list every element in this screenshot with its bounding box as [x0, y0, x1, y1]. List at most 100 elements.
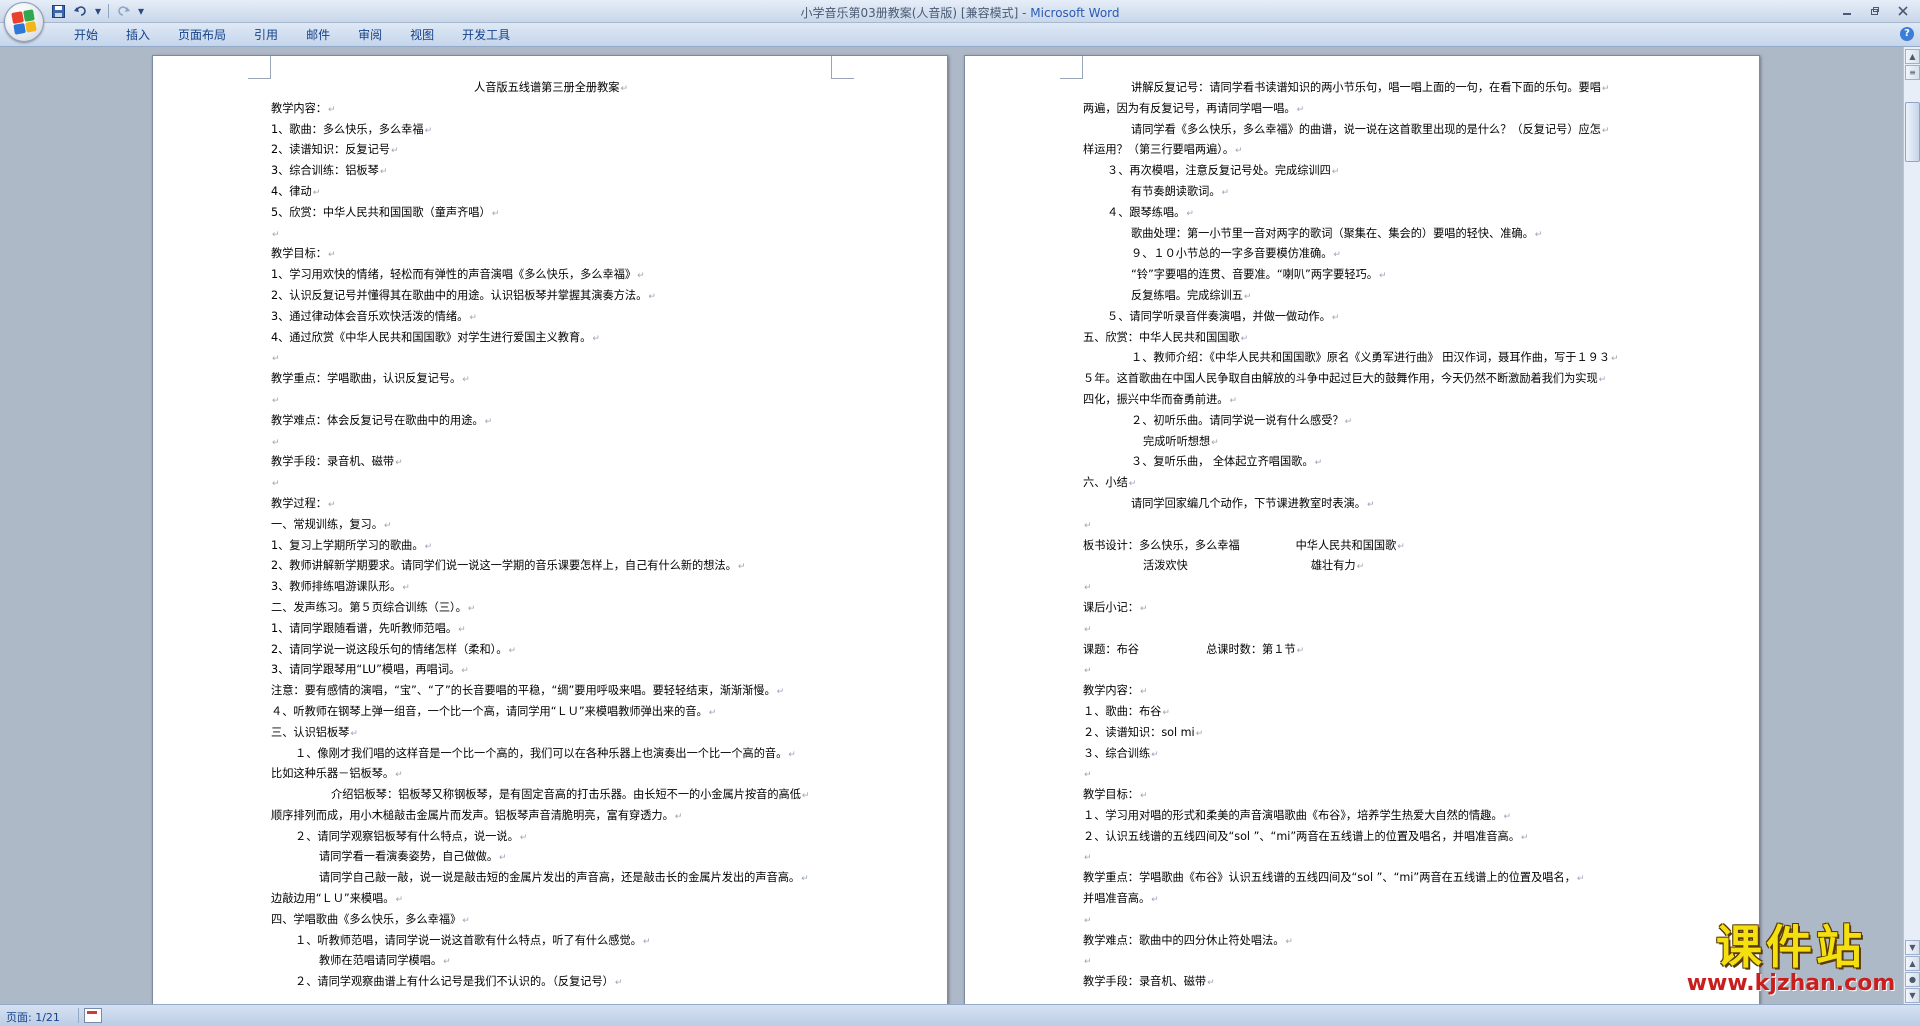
paragraph-line[interactable]: 1、复习上学期所学习的歌曲。↵: [271, 536, 831, 557]
restore-icon[interactable]: [1862, 2, 1888, 19]
paragraph-line[interactable]: 板书设计：多么快乐，多么幸福 中华人民共和国国歌↵: [1083, 536, 1643, 557]
paragraph-line[interactable]: ３、综合训练↵: [1083, 744, 1643, 765]
paragraph-line[interactable]: 3、通过律动体会音乐欢快活泼的情绪。↵: [271, 307, 831, 328]
paragraph-line[interactable]: １、学习用对唱的形式和柔美的声音演唱歌曲《布谷》，培养学生热爱大自然的情趣。↵: [1083, 806, 1643, 827]
paragraph-line[interactable]: 教学重点：学唱歌曲《布谷》认识五线谱的五线四间及“sol ”、“mi”两音在五线…: [1083, 868, 1643, 889]
paragraph-line[interactable]: ↵: [1083, 951, 1643, 972]
paragraph-line[interactable]: 1、学习用欢快的情绪，轻松而有弹性的声音演唱《多么快乐，多么幸福》↵: [271, 265, 831, 286]
paragraph-line[interactable]: 比如这种乐器－铝板琴。↵: [271, 764, 831, 785]
tab-5[interactable]: 审阅: [344, 27, 396, 43]
document-page-1[interactable]: 人音版五线谱第三册全册教案↵ 教学内容：↵ 1、歌曲：多么快乐，多么幸福↵ 2、读谱知…: [152, 55, 948, 1004]
paragraph-line[interactable]: 人音版五线谱第三册全册教案↵: [271, 78, 831, 99]
page-1-text[interactable]: 人音版五线谱第三册全册教案↵ 教学内容：↵ 1、歌曲：多么快乐，多么幸福↵ 2、读谱知…: [271, 78, 831, 993]
paragraph-line[interactable]: ↵: [1083, 764, 1643, 785]
paragraph-line[interactable]: ↵: [1083, 847, 1643, 868]
paragraph-line[interactable]: 教学手段：录音机、磁带↵: [271, 452, 831, 473]
paragraph-line[interactable]: 3、综合训练：铝板琴↵: [271, 161, 831, 182]
paragraph-line[interactable]: 教学内容：↵: [271, 99, 831, 120]
paragraph-line[interactable]: ↵: [1083, 660, 1643, 681]
paragraph-line[interactable]: 教师在范唱请同学模唱。↵: [271, 951, 831, 972]
paragraph-line[interactable]: ↵: [1083, 515, 1643, 536]
paragraph-line[interactable]: 教学难点：歌曲中的四分休止符处唱法。↵: [1083, 931, 1643, 952]
language-indicator-icon[interactable]: [84, 1008, 102, 1023]
paragraph-line[interactable]: ２、认识五线谱的五线四间及“sol ”、“mi”两音在五线谱上的位置及唱名，并唱…: [1083, 827, 1643, 848]
paragraph-line[interactable]: ３、复听乐曲， 全体起立齐唱国歌。↵: [1083, 452, 1643, 473]
undo-icon[interactable]: [72, 3, 88, 19]
document-page-2[interactable]: 讲解反复记号：请同学看书读谱知识的两小节乐句，唱一唱上面的一句，在看下面的乐句。…: [964, 55, 1760, 1004]
paragraph-line[interactable]: 讲解反复记号：请同学看书读谱知识的两小节乐句，唱一唱上面的一句，在看下面的乐句。…: [1083, 78, 1643, 99]
paragraph-line[interactable]: 教学过程：↵: [271, 494, 831, 515]
paragraph-line[interactable]: 3、教师排练唱游课队形。↵: [271, 577, 831, 598]
paragraph-line[interactable]: 并唱准音高。↵: [1083, 889, 1643, 910]
paragraph-line[interactable]: 课后小记：↵: [1083, 598, 1643, 619]
paragraph-line[interactable]: 有节奏朗读歌词。↵: [1083, 182, 1643, 203]
paragraph-line[interactable]: 两遍，因为有反复记号，再请同学唱一唱。↵: [1083, 99, 1643, 120]
paragraph-line[interactable]: 边敲边用“ＬＵ”来模唱。↵: [271, 889, 831, 910]
paragraph-line[interactable]: ４、听教师在钢琴上弹一组音，一个比一个高，请同学用“ＬＵ”来模唱教师弹出来的音。…: [271, 702, 831, 723]
paragraph-line[interactable]: １、像刚才我们唱的这样音是一个比一个高的，我们可以在各种乐器上也演奏出一个比一个…: [271, 744, 831, 765]
paragraph-line[interactable]: ↵: [1083, 577, 1643, 598]
paragraph-line[interactable]: 教学目标：↵: [271, 244, 831, 265]
paragraph-line[interactable]: ５年。这首歌曲在中国人民争取自由解放的斗争中起过巨大的鼓舞作用，今天仍然不断激励…: [1083, 369, 1643, 390]
paragraph-line[interactable]: “铃”字要唱的连贯、音要准。“喇叭”两字要轻巧。↵: [1083, 265, 1643, 286]
paragraph-line[interactable]: 教学目标：↵: [1083, 785, 1643, 806]
paragraph-line[interactable]: 教学重点：学唱歌曲，认识反复记号。↵: [271, 369, 831, 390]
tab-6[interactable]: 视图: [396, 27, 448, 43]
paragraph-line[interactable]: ↵: [271, 390, 831, 411]
paragraph-line[interactable]: 1、歌曲：多么快乐，多么幸福↵: [271, 120, 831, 141]
paragraph-line[interactable]: 顺序排列而成，用小木槌敲击金属片而发声。铝板琴声音清脆明亮，富有穿透力。↵: [271, 806, 831, 827]
document-area[interactable]: 人音版五线谱第三册全册教案↵ 教学内容：↵ 1、歌曲：多么快乐，多么幸福↵ 2、读谱知…: [0, 47, 1902, 1004]
paragraph-line[interactable]: 请同学自己敲一敲，说一说是敲击短的金属片发出的声音高，还是敲击长的金属片发出的声…: [271, 868, 831, 889]
vertical-scrollbar[interactable]: ▲ ≡ ▼ ▲ ● ▼: [1903, 47, 1920, 1004]
paragraph-line[interactable]: 一、常规训练，复习。↵: [271, 515, 831, 536]
paragraph-line[interactable]: 4、律动↵: [271, 182, 831, 203]
dropdown-arrow-icon[interactable]: ▾: [94, 3, 102, 19]
paragraph-line[interactable]: １、歌曲：布谷↵: [1083, 702, 1643, 723]
paragraph-line[interactable]: ↵: [271, 348, 831, 369]
paragraph-line[interactable]: ５、请同学听录音伴奏演唱，并做一做动作。↵: [1083, 307, 1643, 328]
paragraph-line[interactable]: ２、请同学观察曲谱上有什么记号是我们不认识的。（反复记号）↵: [271, 972, 831, 993]
paragraph-line[interactable]: 2、读谱知识：反复记号↵: [271, 140, 831, 161]
paragraph-line[interactable]: 注意：要有感情的演唱，“宝”、“了”的长音要唱的平稳，“绸”要用呼吸来唱。要轻轻…: [271, 681, 831, 702]
tab-1[interactable]: 插入: [112, 27, 164, 43]
redo-icon[interactable]: [115, 3, 131, 19]
paragraph-line[interactable]: １、教师介绍：《中华人民共和国国歌》原名《义勇军进行曲》 田汉作词，聂耳作曲，写…: [1083, 348, 1643, 369]
ruler-toggle-icon[interactable]: ≡: [1905, 65, 1920, 80]
paragraph-line[interactable]: ２、初听乐曲。请同学说一说有什么感受？↵: [1083, 411, 1643, 432]
paragraph-line[interactable]: 样运用？（第三行要唱两遍）。↵: [1083, 140, 1643, 161]
paragraph-line[interactable]: ９、１０小节总的一字多音要模仿准确。↵: [1083, 244, 1643, 265]
paragraph-line[interactable]: ↵: [1083, 910, 1643, 931]
paragraph-line[interactable]: 3、请同学跟琴用“LU”模唱，再唱词。↵: [271, 660, 831, 681]
save-icon[interactable]: [50, 3, 66, 19]
close-icon[interactable]: [1890, 2, 1916, 19]
paragraph-line[interactable]: 介绍铝板琴：铝板琴又称钢板琴，是有固定音高的打击乐器。由长短不一的小金属片按音的…: [271, 785, 831, 806]
paragraph-line[interactable]: 请同学看一看演奏姿势，自己做做。↵: [271, 847, 831, 868]
paragraph-line[interactable]: 完成听听想想↵: [1083, 432, 1643, 453]
paragraph-line[interactable]: ↵: [1083, 619, 1643, 640]
paragraph-line[interactable]: 2、认识反复记号并懂得其在歌曲中的用途。认识铝板琴并掌握其演奏方法。↵: [271, 286, 831, 307]
scroll-up-icon[interactable]: ▲: [1905, 49, 1920, 64]
paragraph-line[interactable]: 二、发声练习。第５页综合训练（三）。↵: [271, 598, 831, 619]
help-icon[interactable]: ?: [1900, 27, 1914, 41]
paragraph-line[interactable]: ↵: [271, 473, 831, 494]
paragraph-line[interactable]: 四、学唱歌曲《多么快乐，多么幸福》↵: [271, 910, 831, 931]
paragraph-line[interactable]: 反复练唱。完成综训五↵: [1083, 286, 1643, 307]
paragraph-line[interactable]: 请同学回家编几个动作，下节课进教室时表演。↵: [1083, 494, 1643, 515]
paragraph-line[interactable]: 教学难点：体会反复记号在歌曲中的用途。↵: [271, 411, 831, 432]
page-2-text[interactable]: 讲解反复记号：请同学看书读谱知识的两小节乐句，唱一唱上面的一句，在看下面的乐句。…: [1083, 78, 1643, 993]
paragraph-line[interactable]: 教学手段：录音机、磁带↵: [1083, 972, 1643, 993]
paragraph-line[interactable]: 4、通过欣赏《中华人民共和国国歌》对学生进行爱国主义教育。↵: [271, 328, 831, 349]
paragraph-line[interactable]: 2、请同学说一说这段乐句的情绪怎样（柔和）。↵: [271, 640, 831, 661]
scrollbar-thumb[interactable]: [1905, 102, 1920, 162]
paragraph-line[interactable]: ２、读谱知识：sol mi↵: [1083, 723, 1643, 744]
paragraph-line[interactable]: ↵: [271, 432, 831, 453]
paragraph-line[interactable]: 歌曲处理：第一小节里一音对两字的歌词（聚集在、集会的）要唱的轻快、准确。↵: [1083, 224, 1643, 245]
paragraph-line[interactable]: 请同学看《多么快乐，多么幸福》的曲谱，说一说在这首歌里出现的是什么？（反复记号）…: [1083, 120, 1643, 141]
paragraph-line[interactable]: ２、请同学观察铝板琴有什么特点，说一说。↵: [271, 827, 831, 848]
paragraph-line[interactable]: ４、跟琴练唱。↵: [1083, 203, 1643, 224]
paragraph-line[interactable]: 2、教师讲解新学期要求。请同学们说一说这一学期的音乐课要怎样上，自己有什么新的想…: [271, 556, 831, 577]
minimize-icon[interactable]: [1834, 2, 1860, 19]
tab-7[interactable]: 开发工具: [448, 27, 524, 43]
page-count[interactable]: 页面: 1/21: [6, 1009, 60, 1025]
paragraph-line[interactable]: 活泼欢快 雄壮有力↵: [1083, 556, 1643, 577]
